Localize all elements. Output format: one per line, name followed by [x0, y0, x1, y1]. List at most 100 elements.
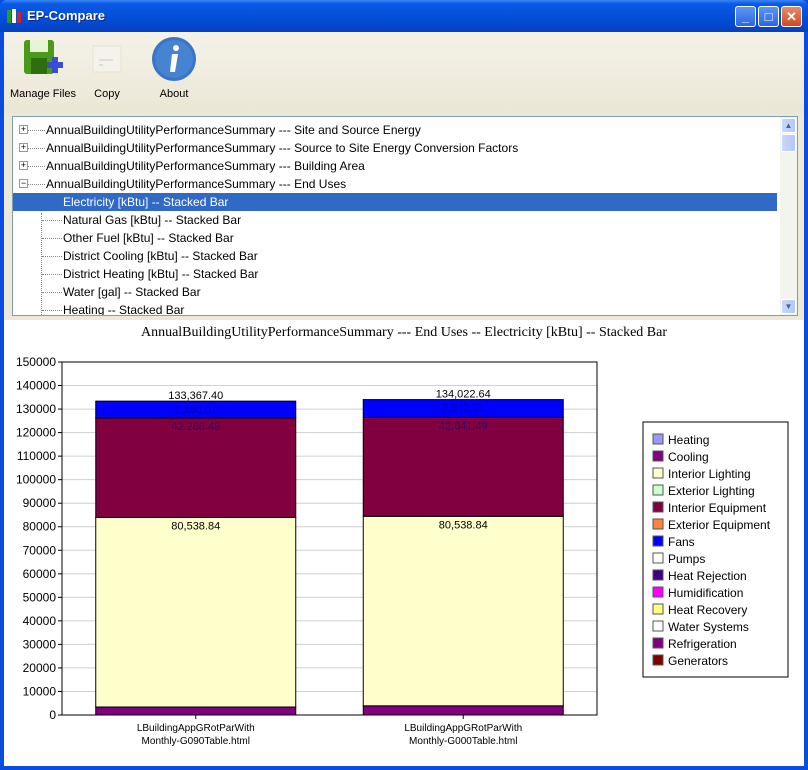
window-title: EP-Compare — [27, 8, 106, 23]
tree-scrollbar[interactable]: ▲ ▼ — [780, 117, 797, 315]
copy-button[interactable]: Copy — [82, 36, 132, 100]
close-button[interactable]: ✕ — [781, 6, 802, 27]
expand-icon[interactable]: + — [19, 161, 28, 170]
legend-swatch — [652, 552, 664, 564]
toolbar: Manage Files Copy About — [4, 32, 804, 114]
legend-swatch — [652, 467, 664, 479]
y-tick-label: 40000 — [23, 614, 57, 628]
legend-swatch — [652, 603, 664, 615]
scroll-up-button[interactable]: ▲ — [781, 118, 796, 133]
scroll-thumb[interactable] — [781, 134, 796, 152]
bar-total-label: 133,367.40 — [168, 390, 223, 402]
close-icon: ✕ — [786, 9, 797, 24]
y-tick-label: 0 — [49, 708, 56, 722]
minimize-button[interactable]: _ — [735, 6, 756, 27]
legend-label: Interior Equipment — [668, 501, 767, 515]
bar-segment-cooling — [362, 705, 564, 716]
tree-leaf[interactable]: Heating -- Stacked Bar — [13, 301, 777, 315]
save-plus-icon — [18, 36, 66, 82]
legend-label: Interior Lighting — [668, 467, 751, 481]
tree-connector — [42, 256, 62, 257]
segment-value-label: 7,160.07 — [174, 404, 217, 416]
y-tick-label: 70000 — [23, 543, 57, 557]
tree-item-label: Other Fuel [kBtu] -- Stacked Bar — [63, 231, 234, 245]
maximize-icon: □ — [764, 9, 773, 24]
x-tick-label-line2: Monthly-G000Table.html — [409, 736, 517, 747]
expand-icon[interactable]: + — [19, 143, 28, 152]
legend-swatch — [652, 654, 664, 666]
legend-swatch — [652, 484, 664, 496]
manage-files-label: Manage Files — [10, 88, 77, 100]
legend-label: Heat Rejection — [668, 569, 747, 583]
chevron-up-icon: ▲ — [784, 121, 793, 130]
tree-node[interactable]: + AnnualBuildingUtilityPerformanceSummary… — [13, 139, 777, 157]
legend-label: Exterior Lighting — [668, 484, 755, 498]
title-bar[interactable]: EP-Compare _ □ ✕ — [0, 0, 808, 32]
report-tree[interactable]: + AnnualBuildingUtilityPerformanceSummary… — [12, 116, 798, 316]
tree-connector — [28, 166, 45, 167]
bar-segment-cooling — [95, 706, 297, 716]
tree-item-label: Natural Gas [kBtu] -- Stacked Bar — [63, 213, 242, 227]
about-button[interactable]: About — [146, 36, 202, 100]
y-tick-label: 60000 — [23, 567, 57, 581]
tree-connector — [28, 148, 45, 149]
segment-value-label: 42,268.49 — [171, 421, 220, 433]
tree-item-label: District Cooling [kBtu] -- Stacked Bar — [63, 249, 258, 263]
tree-leaf[interactable]: Natural Gas [kBtu] -- Stacked Bar — [13, 211, 777, 229]
scroll-down-button[interactable]: ▼ — [781, 299, 796, 314]
y-tick-label: 150000 — [16, 355, 56, 369]
legend-swatch — [652, 637, 664, 649]
x-tick-label-line2: Monthly-G090Table.html — [142, 736, 250, 747]
y-tick-label: 30000 — [23, 637, 57, 651]
app-icon — [7, 9, 21, 23]
y-tick-label: 100000 — [16, 473, 56, 487]
expand-icon[interactable]: + — [19, 125, 28, 134]
tree-leaf[interactable]: Other Fuel [kBtu] -- Stacked Bar — [13, 229, 777, 247]
manage-files-button[interactable]: Manage Files — [10, 36, 77, 100]
y-tick-label: 50000 — [23, 590, 57, 604]
tree-item-label: District Heating [kBtu] -- Stacked Bar — [63, 267, 259, 281]
y-tick-label: 20000 — [23, 661, 57, 675]
tree-connector — [42, 292, 62, 293]
tree-node[interactable]: + AnnualBuildingUtilityPerformanceSummary… — [13, 157, 777, 175]
tree-node[interactable]: + AnnualBuildingUtilityPerformanceSummary… — [13, 121, 777, 139]
tree-item-label: Electricity [kBtu] -- Stacked Bar — [63, 195, 229, 209]
tree-leaf[interactable]: District Cooling [kBtu] -- Stacked Bar — [13, 247, 777, 265]
y-tick-label: 110000 — [17, 449, 56, 463]
y-tick-label: 120000 — [16, 426, 56, 440]
legend-label: Heat Recovery — [668, 603, 747, 617]
legend-swatch — [652, 450, 664, 462]
app-window: EP-Compare _ □ ✕ Manage Files Copy About… — [0, 0, 808, 770]
tree-leaf[interactable]: Water [gal] -- Stacked Bar — [13, 283, 777, 301]
tree-connector — [42, 220, 62, 221]
collapse-icon[interactable]: − — [19, 179, 28, 188]
tree-node[interactable]: − AnnualBuildingUtilityPerformanceSummary… — [13, 175, 777, 193]
client-area: Manage Files Copy About + AnnualBuilding… — [4, 32, 804, 766]
legend-swatch — [652, 501, 664, 513]
segment-value-label: 80,538.84 — [171, 520, 220, 532]
tree-item-label: AnnualBuildingUtilityPerformanceSummary … — [46, 159, 365, 173]
legend-label: Generators — [668, 654, 728, 668]
y-tick-label: 10000 — [23, 684, 57, 698]
about-label: About — [159, 88, 189, 100]
legend-swatch — [652, 535, 664, 547]
legend-label: Fans — [668, 535, 695, 549]
stacked-bar-chart: 0 10000 20000 30000 40000 50000 60000 70000 8000… — [16, 355, 789, 747]
x-tick-label-line1: LBuildingAppGRotParWith — [137, 723, 255, 734]
chart-panel: AnnualBuildingUtilityPerformanceSummary … — [4, 320, 804, 766]
x-tick-label-line1: LBuildingAppGRotParWith — [404, 723, 522, 734]
maximize-button[interactable]: □ — [758, 6, 779, 27]
legend-swatch — [652, 569, 664, 581]
tree-item-label: AnnualBuildingUtilityPerformanceSummary … — [46, 141, 519, 155]
tree-leaf[interactable]: District Heating [kBtu] -- Stacked Bar — [13, 265, 777, 283]
tree-item-label: Water [gal] -- Stacked Bar — [63, 285, 201, 299]
legend-label: Exterior Equipment — [668, 518, 771, 532]
tree-leaf[interactable]: Electricity [kBtu] -- Stacked Bar — [13, 193, 777, 211]
segment-value-label: 80,538.84 — [439, 519, 488, 531]
y-tick-label: 90000 — [23, 496, 57, 510]
legend-swatch — [652, 586, 664, 598]
y-tick-label: 140000 — [16, 379, 56, 393]
chevron-down-icon: ▼ — [784, 302, 793, 311]
segment-value-label: 7,542.31 — [442, 403, 485, 415]
y-tick-label: 130000 — [16, 402, 56, 416]
